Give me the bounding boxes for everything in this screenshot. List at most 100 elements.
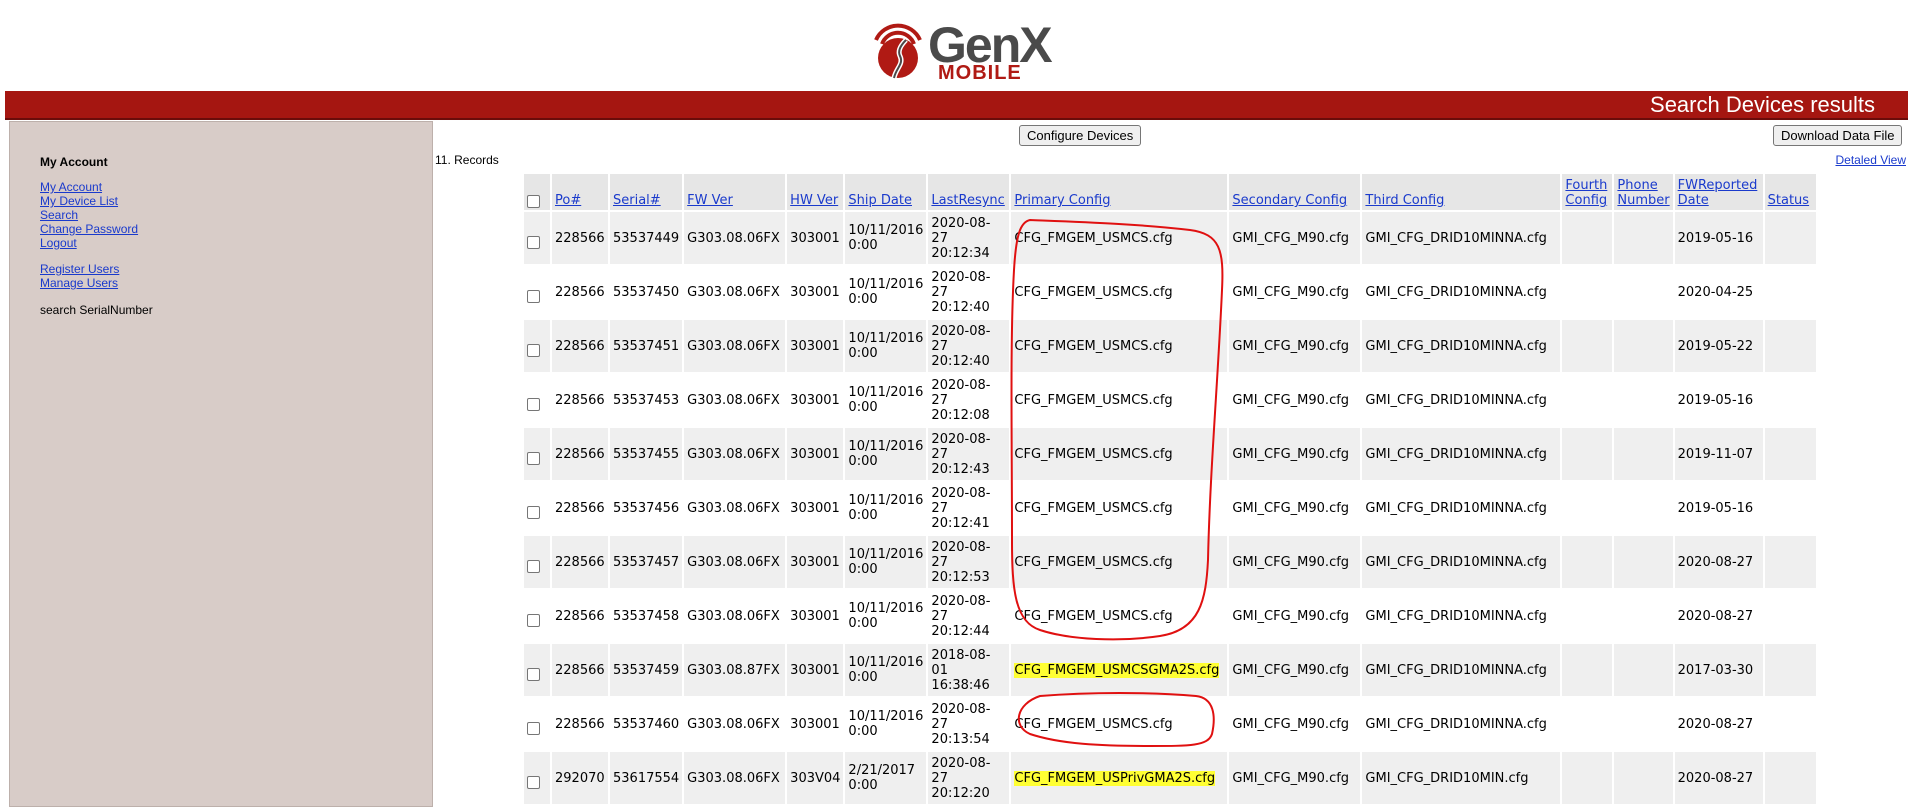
cell-fw-ver: G303.08.87FX: [684, 644, 786, 696]
cell-hw-ver: 303001: [787, 644, 844, 696]
configure-devices-button[interactable]: Configure Devices: [1019, 125, 1142, 146]
cell-phone-number: [1614, 428, 1673, 480]
download-data-file-button[interactable]: Download Data File: [1773, 125, 1903, 146]
col-phone-number[interactable]: Phone Number: [1614, 174, 1673, 210]
row-checkbox[interactable]: [527, 721, 540, 735]
detailed-view-link[interactable]: Detaled View: [1836, 153, 1907, 167]
col-fourth-config-link[interactable]: Fourth Config: [1565, 178, 1607, 208]
row-checkbox[interactable]: [527, 235, 540, 249]
cell-ship-date-text: 10/11/2016 0:00: [848, 331, 924, 361]
row-select-cell: [524, 698, 550, 750]
cell-last-resync-text: 2020-08-27 20:12:40: [931, 269, 991, 315]
row-checkbox[interactable]: [527, 667, 540, 681]
cell-primary-config-text: CFG_FMGEM_USMCS.cfg: [1014, 554, 1173, 570]
row-select-cell: [524, 320, 550, 372]
sidebar-link-change-password[interactable]: Change Password: [40, 222, 138, 236]
cell-third-config-text: GMI_CFG_DRID10MINNA.cfg: [1365, 338, 1547, 354]
cell-secondary-config: GMI_CFG_M90.cfg: [1229, 752, 1361, 804]
cell-fw-ver-text: G303.08.06FX: [687, 716, 780, 732]
cell-hw-ver: 303001: [787, 698, 844, 750]
cell-ship-date-text: 10/11/2016 0:00: [848, 601, 924, 631]
cell-po: 228566: [552, 428, 608, 480]
sidebar-link-my-device-list[interactable]: My Device List: [40, 194, 118, 208]
select-all-checkbox[interactable]: [527, 195, 540, 208]
cell-fw-reported-date-text: 2017-03-30: [1677, 662, 1754, 678]
cell-fw-reported-date: 2020-08-27: [1674, 536, 1763, 588]
cell-primary-config: CFG_FMGEM_USMCS.cfg: [1011, 320, 1228, 372]
col-status-link[interactable]: Status: [1768, 193, 1809, 208]
col-hw-ver[interactable]: HW Ver: [787, 174, 844, 210]
col-phone-number-link[interactable]: Phone Number: [1617, 178, 1669, 208]
col-serial-link[interactable]: Serial#: [613, 193, 661, 208]
cell-last-resync: 2018-08-01 16:38:46: [928, 644, 1010, 696]
row-checkbox[interactable]: [527, 451, 540, 465]
col-ship-date-link[interactable]: Ship Date: [848, 193, 912, 208]
cell-primary-config-text: CFG_FMGEM_USMCS.cfg: [1014, 230, 1173, 246]
sidebar-link-register-users[interactable]: Register Users: [40, 262, 119, 276]
col-fourth-config[interactable]: Fourth Config: [1562, 174, 1613, 210]
cell-secondary-config-text: GMI_CFG_M90.cfg: [1232, 500, 1350, 516]
col-fw-ver-link[interactable]: FW Ver: [687, 193, 733, 208]
col-fw-ver[interactable]: FW Ver: [684, 174, 786, 210]
sidebar: My Account My Account My Device List Sea…: [9, 121, 433, 807]
row-checkbox[interactable]: [527, 505, 540, 519]
cell-fw-reported-date-text: 2020-08-27: [1677, 554, 1754, 570]
row-select-cell: [524, 212, 550, 264]
sidebar-link-search[interactable]: Search: [40, 208, 78, 222]
row-checkbox[interactable]: [527, 343, 540, 357]
cell-secondary-config-text: GMI_CFG_M90.cfg: [1232, 716, 1350, 732]
cell-secondary-config: GMI_CFG_M90.cfg: [1229, 212, 1361, 264]
col-primary-config[interactable]: Primary Config: [1011, 174, 1228, 210]
cell-hw-ver: 303001: [787, 212, 844, 264]
col-serial[interactable]: Serial#: [610, 174, 683, 210]
col-fw-reported-date-link[interactable]: FWReported Date: [1678, 178, 1758, 208]
col-third-config-link[interactable]: Third Config: [1365, 193, 1444, 208]
cell-ship-date: 10/11/2016 0:00: [845, 590, 927, 642]
col-last-resync-link[interactable]: LastResync: [931, 193, 1004, 208]
cell-po-text: 228566: [555, 338, 605, 354]
row-checkbox[interactable]: [527, 397, 540, 411]
cell-ship-date-text: 10/11/2016 0:00: [848, 655, 924, 685]
cell-third-config: GMI_CFG_DRID10MINNA.cfg: [1362, 698, 1561, 750]
cell-fourth-config: [1562, 482, 1613, 534]
cell-fw-reported-date-text: 2019-05-16: [1677, 392, 1754, 408]
col-last-resync[interactable]: LastResync: [928, 174, 1010, 210]
col-third-config[interactable]: Third Config: [1362, 174, 1561, 210]
row-checkbox[interactable]: [527, 559, 540, 573]
cell-fw-reported-date-text: 2020-08-27: [1677, 608, 1754, 624]
cell-fw-reported-date: 2019-05-22: [1674, 320, 1763, 372]
cell-fw-reported-date: 2020-08-27: [1674, 752, 1763, 804]
col-ship-date[interactable]: Ship Date: [845, 174, 927, 210]
cell-serial: 53537457: [610, 536, 683, 588]
cell-phone-number: [1614, 752, 1673, 804]
row-checkbox[interactable]: [527, 775, 540, 789]
cell-po: 292070: [552, 752, 608, 804]
cell-fw-ver: G303.08.06FX: [684, 752, 786, 804]
cell-ship-date: 10/11/2016 0:00: [845, 536, 927, 588]
sidebar-link-my-account[interactable]: My Account: [40, 180, 102, 194]
cell-phone-number: [1614, 320, 1673, 372]
cell-fourth-config: [1562, 374, 1613, 426]
cell-serial: 53537460: [610, 698, 683, 750]
cell-po-text: 228566: [555, 230, 605, 246]
cell-hw-ver-text: 303001: [790, 608, 840, 624]
row-checkbox[interactable]: [527, 613, 540, 627]
row-checkbox[interactable]: [527, 289, 540, 303]
cell-third-config-text: GMI_CFG_DRID10MINNA.cfg: [1365, 662, 1547, 678]
cell-primary-config-text: CFG_FMGEM_USMCS.cfg: [1014, 446, 1173, 462]
cell-phone-number: [1614, 266, 1673, 318]
col-fw-reported-date[interactable]: FWReported Date: [1674, 174, 1763, 210]
cell-serial-text: 53537455: [613, 446, 680, 462]
col-po-link[interactable]: Po#: [555, 193, 581, 208]
cell-status: [1764, 536, 1816, 588]
cell-ship-date: 2/21/2017 0:00: [845, 752, 927, 804]
col-secondary-config-link[interactable]: Secondary Config: [1232, 193, 1347, 208]
col-primary-config-link[interactable]: Primary Config: [1014, 193, 1110, 208]
cell-fourth-config: [1562, 266, 1613, 318]
col-secondary-config[interactable]: Secondary Config: [1229, 174, 1361, 210]
col-hw-ver-link[interactable]: HW Ver: [790, 193, 838, 208]
sidebar-link-logout[interactable]: Logout: [40, 236, 77, 250]
sidebar-link-manage-users[interactable]: Manage Users: [40, 276, 118, 290]
col-po[interactable]: Po#: [552, 174, 608, 210]
col-status[interactable]: Status: [1764, 174, 1816, 210]
